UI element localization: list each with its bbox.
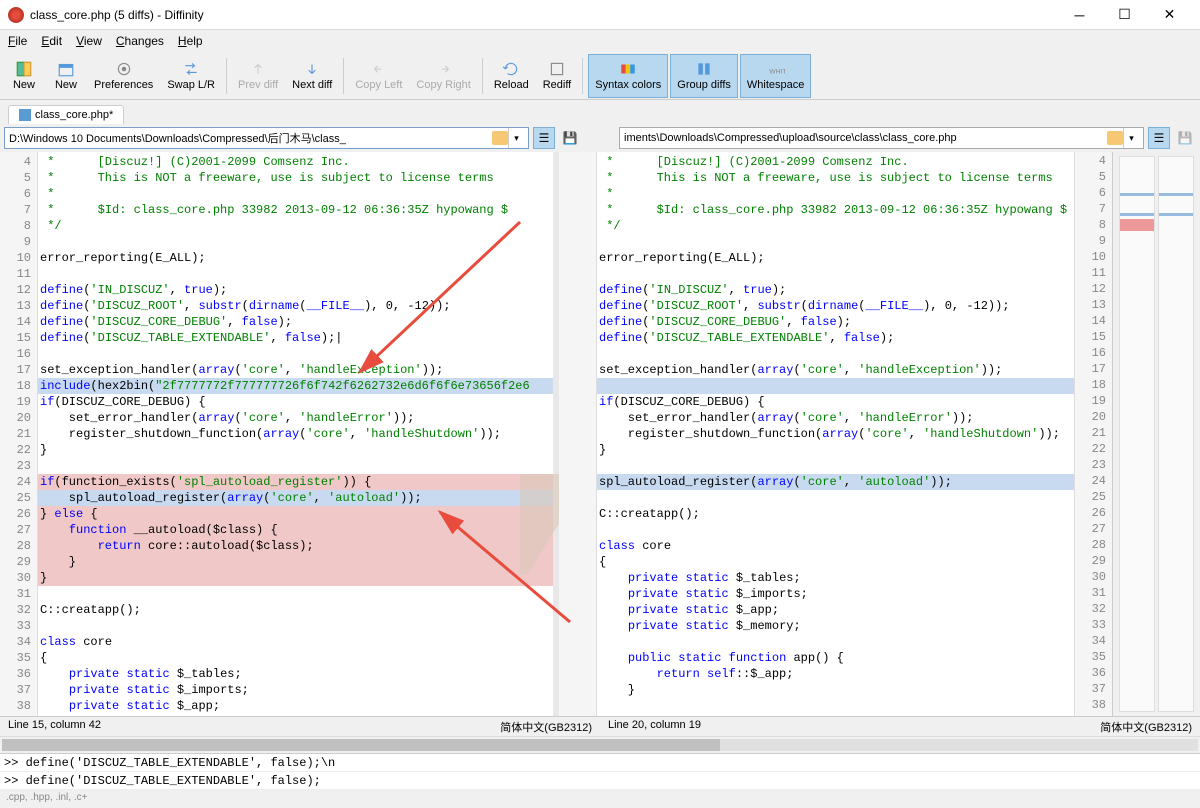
- tab-file[interactable]: class_core.php*: [8, 105, 124, 124]
- menu-view[interactable]: View: [76, 34, 102, 48]
- app-icon: [8, 7, 24, 23]
- minimap[interactable]: [1112, 152, 1200, 716]
- right-gutter-inner: [559, 152, 597, 716]
- titlebar: class_core.php (5 diffs) - Diffinity ─ ☐…: [0, 0, 1200, 30]
- statusbar: Line 15, column 42 简体中文(GB2312) Line 20, …: [0, 716, 1200, 736]
- menubar: File Edit View Changes Help: [0, 30, 1200, 52]
- new-diff-button[interactable]: New: [4, 54, 44, 98]
- chevron-down-icon[interactable]: ▾: [1123, 127, 1139, 149]
- window-title: class_core.php (5 diffs) - Diffinity: [30, 8, 1057, 22]
- console-line: >> define('DISCUZ_TABLE_EXTENDABLE', fal…: [0, 754, 1200, 772]
- left-cursor-pos: Line 15, column 42: [8, 719, 101, 734]
- left-pane: 4567891011121314151617181920212223242526…: [0, 152, 553, 716]
- swap-button[interactable]: Swap L/R: [161, 54, 221, 98]
- right-code[interactable]: * [Discuz!] (C)2001-2099 Comsenz Inc. * …: [597, 152, 1074, 716]
- left-code[interactable]: * [Discuz!] (C)2001-2099 Comsenz Inc. * …: [38, 152, 553, 716]
- diff-panes: 4567891011121314151617181920212223242526…: [0, 152, 1200, 716]
- right-encoding: 简体中文(GB2312): [1100, 719, 1192, 734]
- right-pane: * [Discuz!] (C)2001-2099 Comsenz Inc. * …: [559, 152, 1112, 716]
- menu-help[interactable]: Help: [178, 34, 203, 48]
- right-cursor-pos: Line 20, column 19: [608, 719, 701, 734]
- next-diff-button[interactable]: Next diff: [286, 54, 338, 98]
- toolbar: New New Preferences Swap L/R Prev diff N…: [0, 52, 1200, 100]
- left-gutter: 4567891011121314151617181920212223242526…: [0, 152, 38, 716]
- minimize-button[interactable]: ─: [1057, 1, 1102, 29]
- horizontal-scrollbar[interactable]: [0, 736, 1200, 753]
- menu-edit[interactable]: Edit: [41, 34, 62, 48]
- rediff-button[interactable]: Rediff: [537, 54, 578, 98]
- left-encoding: 简体中文(GB2312): [500, 719, 592, 734]
- left-path-input[interactable]: D:\Windows 10 Documents\Downloads\Compre…: [4, 127, 529, 149]
- console: >> define('DISCUZ_TABLE_EXTENDABLE', fal…: [0, 753, 1200, 790]
- file-icon: [19, 109, 31, 121]
- console-line: >> define('DISCUZ_TABLE_EXTENDABLE', fal…: [0, 772, 1200, 790]
- copy-right-button[interactable]: Copy Right: [410, 54, 476, 98]
- close-button[interactable]: ✕: [1147, 1, 1192, 29]
- copy-left-button[interactable]: Copy Left: [349, 54, 408, 98]
- menu-file[interactable]: File: [8, 34, 27, 48]
- tab-label: class_core.php*: [35, 109, 113, 121]
- svg-text:WHITE: WHITE: [769, 69, 785, 76]
- pathbar: D:\Windows 10 Documents\Downloads\Compre…: [0, 124, 1200, 152]
- right-gutter: 4567891011121314151617181920212223242526…: [1074, 152, 1112, 716]
- prev-diff-button[interactable]: Prev diff: [232, 54, 284, 98]
- right-path-input[interactable]: iments\Downloads\Compressed\upload\sourc…: [619, 127, 1144, 149]
- preferences-button[interactable]: Preferences: [88, 54, 159, 98]
- folder-icon: [492, 131, 508, 145]
- maximize-button[interactable]: ☐: [1102, 1, 1147, 29]
- left-save-button[interactable]: 💾: [559, 127, 581, 149]
- left-list-button[interactable]: ☰: [533, 127, 555, 149]
- tabbar: class_core.php*: [0, 100, 1200, 124]
- reload-button[interactable]: Reload: [488, 54, 535, 98]
- group-diffs-button[interactable]: Group diffs: [670, 54, 738, 98]
- syntax-colors-button[interactable]: Syntax colors: [588, 54, 668, 98]
- chevron-down-icon[interactable]: ▾: [508, 127, 524, 149]
- footer-status: .cpp, .hpp, .inl, .c+: [0, 790, 1200, 808]
- menu-changes[interactable]: Changes: [116, 34, 164, 48]
- right-save-button[interactable]: 💾: [1174, 127, 1196, 149]
- whitespace-button[interactable]: WHITEWhitespace: [740, 54, 811, 98]
- new-window-button[interactable]: New: [46, 54, 86, 98]
- right-list-button[interactable]: ☰: [1148, 127, 1170, 149]
- folder-icon: [1107, 131, 1123, 145]
